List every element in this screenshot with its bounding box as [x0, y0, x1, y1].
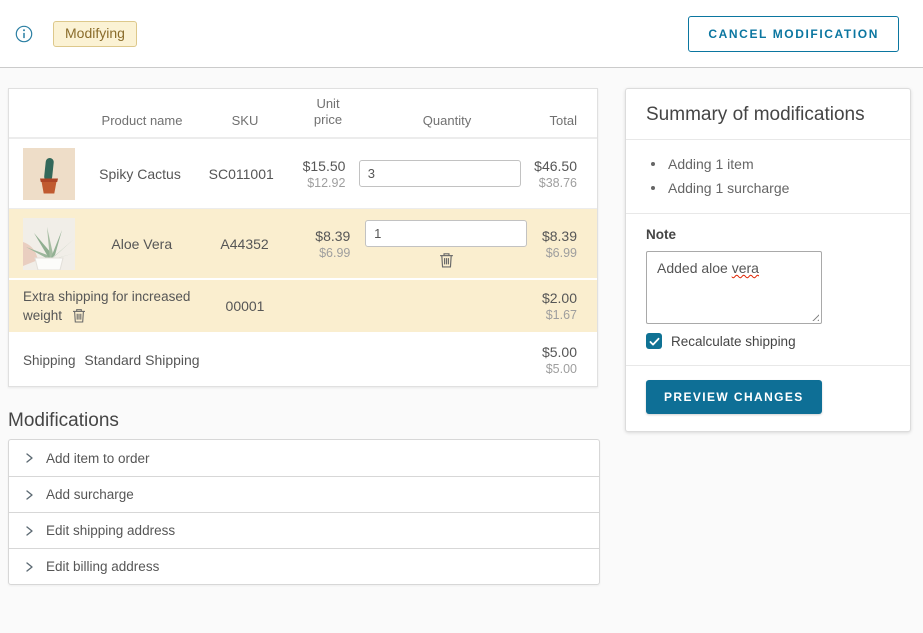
quantity-cell: [345, 160, 534, 187]
total-price: $5.00: [201, 344, 577, 360]
trash-icon: [439, 252, 454, 268]
total-price: $2.00: [289, 290, 577, 306]
order-items-table: Product name SKU Unit price Quantity Tot…: [8, 88, 598, 387]
total-cell: $8.39 $6.99: [542, 228, 577, 260]
summary-panel-footer: PREVIEW CHANGES: [626, 366, 910, 431]
resize-handle-icon[interactable]: [809, 311, 819, 321]
trash-icon: [72, 308, 86, 323]
unit-price: $8.39: [288, 228, 350, 244]
chevron-right-icon: [23, 525, 35, 537]
table-row-shipping: Shipping Standard Shipping $5.00 $5.00: [9, 332, 597, 386]
quantity-input[interactable]: [359, 160, 521, 187]
recalculate-shipping-checkbox-row[interactable]: Recalculate shipping: [646, 333, 890, 349]
chevron-right-icon: [23, 561, 35, 573]
modifications-title: Modifications: [8, 410, 598, 432]
accordion-item-edit-shipping-address[interactable]: Edit shipping address: [9, 512, 599, 548]
accordion-item-edit-billing-address[interactable]: Edit billing address: [9, 548, 599, 584]
accordion-item-add-item-to-order[interactable]: Add item to order: [9, 440, 599, 476]
modifications-accordion: Add item to order Add surcharge Edit shi…: [8, 439, 600, 585]
summary-list: Adding 1 item Adding 1 surcharge: [626, 140, 910, 214]
main-content: Product name SKU Unit price Quantity Tot…: [0, 68, 923, 585]
quantity-cell: [350, 220, 542, 268]
product-sku: A44352: [201, 236, 289, 252]
surcharge-name: Extra shipping for increased weight: [23, 289, 190, 323]
accordion-item-label: Edit billing address: [46, 559, 159, 574]
unit-price-secondary: $6.99: [288, 246, 350, 260]
total-secondary: $6.99: [542, 246, 577, 260]
unit-price: $15.50: [284, 158, 345, 174]
unit-price-secondary: $12.92: [284, 176, 345, 190]
summary-list-item: Adding 1 surcharge: [651, 176, 890, 200]
preview-changes-button[interactable]: PREVIEW CHANGES: [646, 380, 822, 414]
total-price: $8.39: [542, 228, 577, 244]
product-image-cell: [23, 218, 83, 270]
unit-price-header: Unit price: [289, 96, 351, 128]
delete-item-button[interactable]: [439, 252, 454, 268]
bullet-dot: [651, 186, 655, 190]
summary-item-label: Adding 1 item: [668, 152, 754, 176]
note-textarea[interactable]: Added aloe vera: [646, 251, 822, 324]
shipping-method: Standard Shipping: [83, 351, 201, 369]
note-section: Note Added aloe vera Recalculate shippin…: [626, 214, 910, 366]
chevron-right-icon: [23, 452, 35, 464]
note-label: Note: [646, 227, 890, 242]
table-row-surcharge: Extra shipping for increased weight 0000…: [9, 278, 597, 332]
cancel-modification-button[interactable]: CANCEL MODIFICATION: [688, 16, 899, 52]
total-cell: $2.00 $1.67: [289, 290, 577, 322]
accordion-item-label: Add surcharge: [46, 487, 134, 502]
delete-surcharge-button[interactable]: [72, 308, 86, 323]
note-text-misspelled: vera: [732, 260, 759, 276]
table-header-row: Product name SKU Unit price Quantity Tot…: [9, 89, 597, 138]
recalculate-shipping-label: Recalculate shipping: [671, 334, 796, 349]
checkbox-checked-icon[interactable]: [646, 333, 662, 349]
product-image-cell: [23, 148, 82, 200]
total-cell: $46.50 $38.76: [534, 158, 577, 190]
summary-panel: Summary of modifications Adding 1 item A…: [625, 88, 911, 432]
info-icon[interactable]: [15, 25, 33, 43]
chevron-right-icon: [23, 489, 35, 501]
unit-price-cell: $8.39 $6.99: [288, 228, 350, 260]
status-badge: Modifying: [53, 21, 137, 47]
total-cell: $5.00 $5.00: [201, 344, 577, 376]
total-price: $46.50: [534, 158, 577, 174]
top-bar: Modifying CANCEL MODIFICATION: [0, 0, 923, 68]
unit-price-cell: $15.50 $12.92: [284, 158, 345, 190]
summary-panel-title: Summary of modifications: [626, 89, 910, 140]
product-name: Spiky Cactus: [82, 166, 198, 182]
accordion-item-label: Edit shipping address: [46, 523, 175, 538]
table-row-aloe-vera: Aloe Vera A44352 $8.39 $6.99: [9, 208, 597, 278]
total-secondary: $5.00: [201, 362, 577, 376]
spiky-cactus-photo: [23, 148, 75, 200]
accordion-item-label: Add item to order: [46, 451, 150, 466]
quantity-input[interactable]: [365, 220, 527, 247]
product-sku: SC011001: [198, 166, 285, 182]
sku-header: SKU: [201, 113, 289, 128]
total-header: Total: [543, 113, 577, 128]
total-secondary: $38.76: [534, 176, 577, 190]
surcharge-sku: 00001: [201, 298, 289, 314]
product-name: Aloe Vera: [83, 236, 201, 252]
quantity-header: Quantity: [351, 113, 543, 128]
table-row-spiky-cactus: Spiky Cactus SC011001 $15.50 $12.92 $46.…: [9, 138, 597, 208]
aloe-vera-photo: [23, 218, 75, 270]
order-column: Product name SKU Unit price Quantity Tot…: [8, 88, 598, 585]
bullet-dot: [651, 162, 655, 166]
product-name-header: Product name: [83, 113, 201, 128]
summary-list-item: Adding 1 item: [651, 152, 890, 176]
total-secondary: $1.67: [289, 308, 577, 322]
surcharge-name-cell: Extra shipping for increased weight: [23, 287, 201, 325]
note-text: Added aloe: [657, 260, 732, 276]
summary-item-label: Adding 1 surcharge: [668, 176, 789, 200]
accordion-item-add-surcharge[interactable]: Add surcharge: [9, 476, 599, 512]
shipping-label: Shipping: [23, 353, 83, 368]
